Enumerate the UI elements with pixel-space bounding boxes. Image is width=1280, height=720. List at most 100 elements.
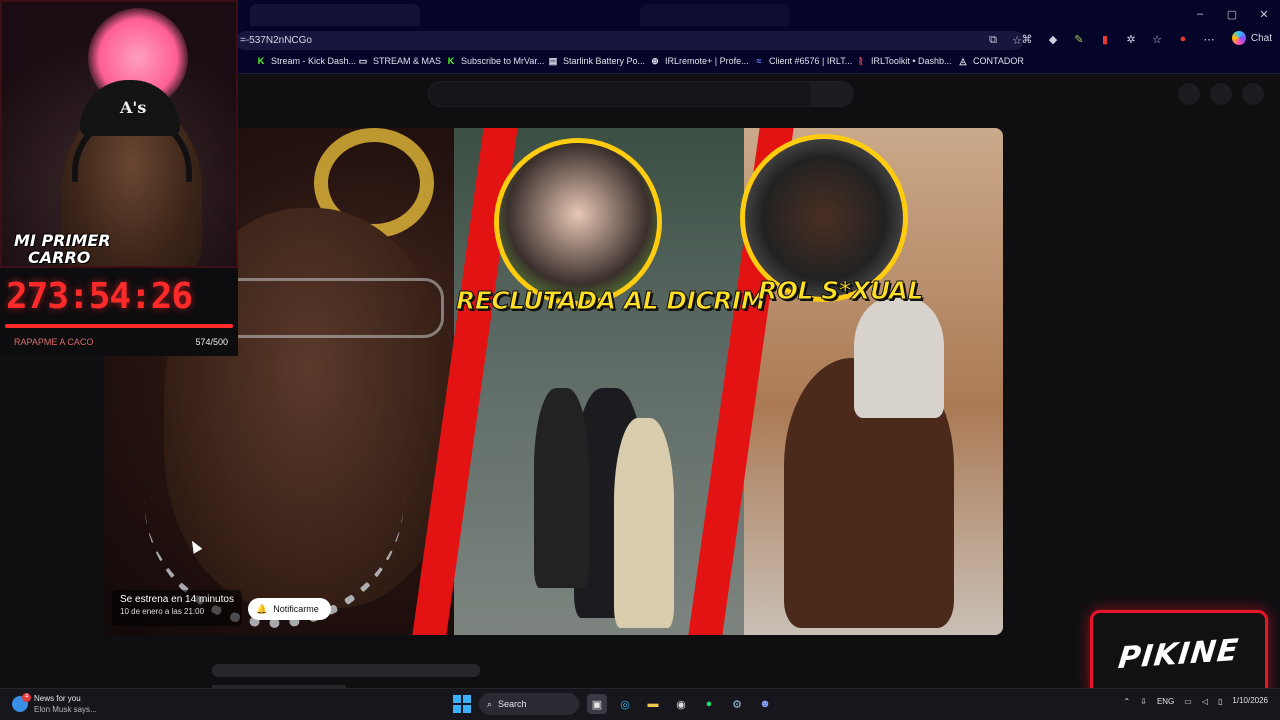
bookmark-label: IRLToolkit • Dashb...: [871, 56, 952, 66]
goal-progress-fill: [5, 324, 233, 328]
favorites-icon[interactable]: ☆: [1150, 32, 1164, 46]
browser-tab[interactable]: [250, 4, 420, 26]
extensions-puzzle-icon[interactable]: ✲: [1124, 32, 1138, 46]
bookmark-item[interactable]: ≈ Client #6576 | IRLT...: [754, 56, 853, 66]
pikine-logo-text: PIKINE: [1116, 632, 1242, 676]
premiere-info: Se estrena en 14 minutos 10 de enero a l…: [112, 590, 242, 626]
battery-icon[interactable]: ▯: [1218, 697, 1222, 706]
edge-icon[interactable]: ◎: [615, 694, 635, 714]
window-controls: – ▢ ✕: [1184, 0, 1280, 28]
tray-download-icon[interactable]: ⇩: [1140, 697, 1147, 706]
close-button[interactable]: ✕: [1248, 0, 1280, 28]
extension-icon[interactable]: ▮: [1098, 32, 1112, 46]
bookmark-label: Starlink Battery Po...: [563, 56, 646, 66]
clock[interactable]: 1/10/2026: [1232, 696, 1268, 706]
obs-icon[interactable]: ◉: [671, 694, 691, 714]
globe-icon: ⊕: [651, 55, 659, 66]
contador-icon: ◬: [959, 55, 967, 66]
goal-label: RAPAPME A CACO: [14, 337, 94, 347]
minimize-button[interactable]: –: [1184, 0, 1216, 28]
search-box[interactable]: [428, 81, 854, 107]
copilot-icon: [1231, 31, 1246, 45]
bookmark-item[interactable]: ▭ STREAM & MAS: [358, 55, 442, 67]
taskbar: 4 News for you Elon Musk says... ⌕ Searc…: [0, 688, 1280, 720]
maximize-button[interactable]: ▢: [1216, 0, 1248, 28]
premiere-date: 10 de enero a las 21:00: [120, 607, 205, 616]
irlt-icon: ≈: [756, 56, 762, 66]
create-icon[interactable]: [1178, 83, 1200, 105]
kick-icon: K: [257, 56, 265, 66]
webcam-caption-line1: MI PRIMER: [14, 231, 111, 250]
webcam-caption-line2: CARRO: [28, 248, 91, 267]
cap-logo: A's: [120, 98, 147, 117]
tray-overflow-icon[interactable]: ⌃: [1124, 697, 1131, 706]
bookmark-label: STREAM & MAS: [373, 56, 442, 66]
language-indicator[interactable]: ENG: [1157, 697, 1174, 706]
thumbnail-caption-right: ROL S*XUAL: [758, 276, 924, 306]
webcam-caption: MI PRIMER CARRO: [14, 232, 111, 266]
news-title: News for you: [34, 694, 81, 703]
open-in-app-icon[interactable]: ⧉: [986, 33, 1000, 47]
kick-icon: K: [447, 56, 455, 66]
volume-icon[interactable]: ◁: [1202, 697, 1208, 706]
spotify-icon[interactable]: ●: [699, 694, 719, 714]
account-avatar[interactable]: [1242, 83, 1264, 105]
webcam-overlay: A's MI PRIMER CARRO: [0, 0, 238, 268]
search-button[interactable]: [811, 82, 853, 106]
start-windows-icon[interactable]: [453, 695, 471, 713]
taskbar-apps: ⌕ Search ▣ ◎ ▬ ◉ ● ⚙ ☻: [453, 693, 775, 715]
network-icon[interactable]: ▭: [1184, 697, 1192, 706]
bookmark-label: Stream - Kick Dash...: [271, 56, 357, 66]
toolbar-icons: ⌘ ◆ ✎ ▮ ✲ ☆ ● ⋯: [1020, 32, 1216, 46]
notifications-icon[interactable]: [1210, 83, 1232, 105]
steam-icon[interactable]: ⚙: [727, 694, 747, 714]
taskbar-search[interactable]: ⌕ Search: [479, 693, 579, 715]
bookmark-label: Subscribe to MrVar...: [461, 56, 545, 66]
timer-value: 273:54:26: [6, 276, 193, 317]
discord-icon[interactable]: ☻: [755, 694, 775, 714]
bookmark-label: CONTADOR: [973, 56, 1024, 66]
notify-label: Notificarme: [273, 604, 319, 614]
browser-tab[interactable]: [640, 4, 790, 26]
bookmark-label: IRLremote+ | Profe...: [665, 56, 749, 66]
more-menu-icon[interactable]: ⋯: [1202, 32, 1216, 46]
taskbar-search-label: Search: [498, 699, 527, 709]
character-vest: [614, 418, 674, 628]
profile-avatar-icon[interactable]: ●: [1176, 32, 1190, 46]
system-tray: ⌃ ⇩ ENG ▭ ◁ ▯ 1/10/2026: [1124, 696, 1268, 706]
file-explorer-icon[interactable]: ▬: [643, 694, 663, 714]
bookmark-item[interactable]: ᚱ IRLToolkit • Dashb...: [856, 56, 952, 66]
bookmark-item[interactable]: K Subscribe to MrVar...: [446, 56, 545, 66]
page-icon: ▤: [548, 55, 558, 66]
url-field[interactable]: =-537N2nNCGo: [236, 31, 1024, 50]
bookmark-item[interactable]: ▤ Starlink Battery Po...: [548, 55, 646, 67]
copilot-chat-button[interactable]: Chat: [1231, 31, 1272, 45]
pikine-logo: PIKINE: [1090, 610, 1268, 698]
url-field-icons: ⧉ ☆: [986, 33, 1024, 47]
video-player[interactable]: RECLUTADA AL DICRIM ROL S*XUAL Se estren…: [104, 128, 1003, 635]
search-icon: ⌕: [487, 698, 493, 709]
news-widget[interactable]: 4 News for you Elon Musk says...: [12, 693, 97, 715]
extension-icon[interactable]: ◆: [1046, 32, 1060, 46]
task-view-icon[interactable]: ▣: [587, 694, 607, 714]
extension-icon[interactable]: ⌘: [1020, 32, 1034, 46]
extension-icon[interactable]: ✎: [1072, 32, 1086, 46]
goal-progress-bar: [5, 324, 233, 328]
glasses: [214, 278, 444, 338]
notify-me-button[interactable]: 🔔 Notificarme: [248, 598, 331, 620]
bookmark-item[interactable]: K Stream - Kick Dash...: [256, 56, 356, 66]
character-officer: [534, 388, 589, 588]
date-text: 1/10/2026: [1232, 696, 1268, 705]
bookmark-item[interactable]: ◬ CONTADOR: [958, 55, 1024, 67]
chat-label: Chat: [1250, 32, 1272, 44]
bookmark-label: Client #6576 | IRLT...: [769, 56, 853, 66]
bookmark-item[interactable]: ⊕ IRLremote+ | Profe...: [650, 55, 749, 67]
goal-count: 574/500: [195, 337, 228, 347]
character-mascot: [854, 298, 944, 418]
subathon-timer: 273:54:26 RAPAPME A CACO 574/500: [0, 268, 238, 356]
premiere-countdown: Se estrena en 14 minutos: [120, 594, 234, 605]
weather-news-icon: 4: [12, 693, 31, 712]
folder-icon: ▭: [358, 55, 368, 66]
streamer-bubble-left: [494, 138, 662, 306]
thumbnail-caption-middle: RECLUTADA AL DICRIM: [455, 286, 766, 316]
